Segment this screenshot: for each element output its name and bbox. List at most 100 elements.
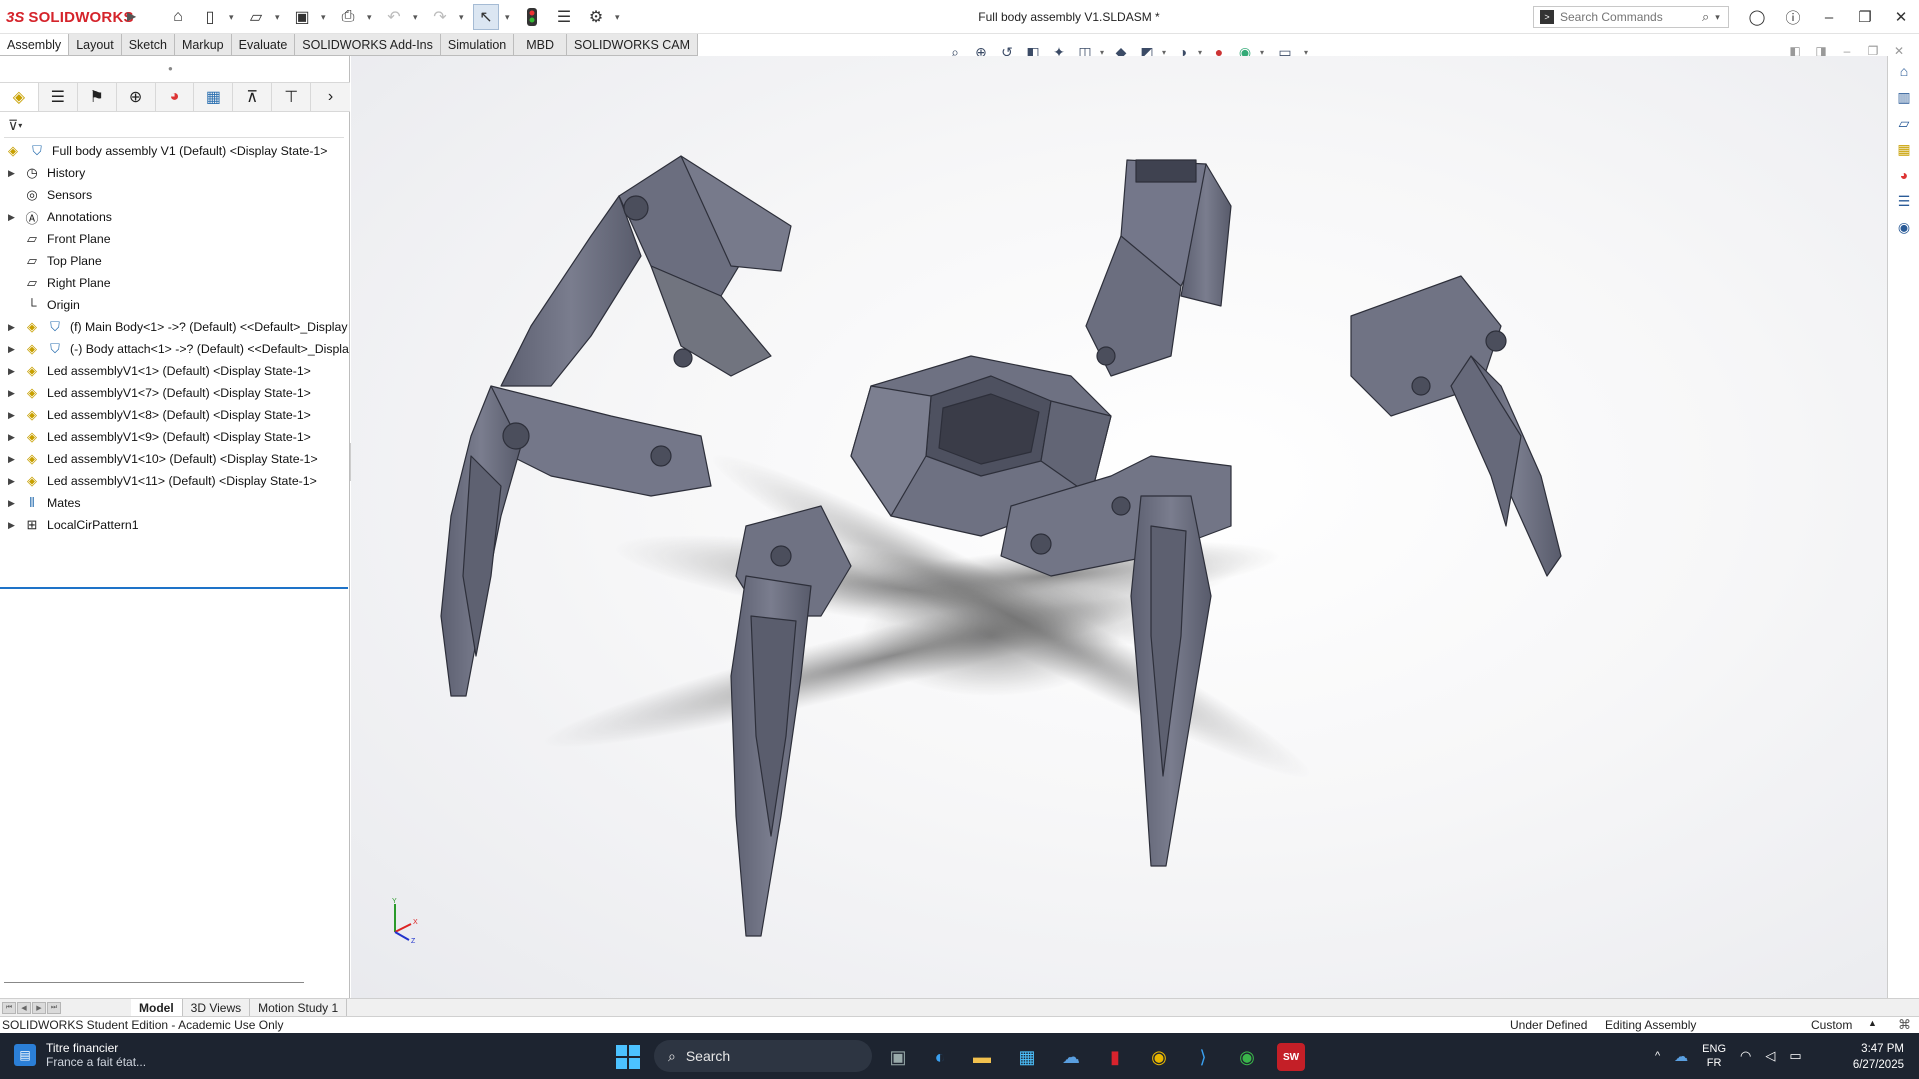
tab-evaluate[interactable]: Evaluate xyxy=(231,34,296,56)
tab-solidworks-add-ins[interactable]: SOLIDWORKS Add-Ins xyxy=(295,34,441,56)
task-view-icon[interactable]: ▣ xyxy=(884,1043,912,1071)
panel-grip-icon[interactable]: ● xyxy=(168,64,176,73)
onedrive-tray-icon[interactable]: ☁ xyxy=(1674,1048,1688,1065)
restore-icon[interactable]: ❐ xyxy=(1847,0,1883,34)
hexapod-robot-model[interactable] xyxy=(351,56,1887,998)
tree-item-led-assembly-9[interactable]: ▶ ◈ Led assemblyV1<9> (Default) <Display… xyxy=(0,426,350,448)
rapid-tools-icon[interactable]: ⌘ xyxy=(1898,1017,1911,1033)
expand-arrow-icon[interactable]: ▶ xyxy=(0,498,22,509)
tree-item-led-assembly-1[interactable]: ▶ ◈ Led assemblyV1<1> (Default) <Display… xyxy=(0,360,350,382)
tree-root-assembly[interactable]: ◈ ⛉ Full body assembly V1 (Default) <Dis… xyxy=(0,140,350,162)
file-explorer-taskbar-icon[interactable]: ▬ xyxy=(968,1043,996,1071)
windows-start-icon[interactable] xyxy=(616,1045,640,1069)
units-up-arrow-icon[interactable]: ▲ xyxy=(1868,1018,1877,1028)
panel-horizontal-scrollbar[interactable] xyxy=(4,982,304,986)
tab-model[interactable]: Model xyxy=(131,999,183,1016)
search-commands-input[interactable] xyxy=(1560,10,1700,24)
status-units[interactable]: Custom xyxy=(1811,1018,1852,1032)
language-indicator[interactable]: ENG FR xyxy=(1702,1042,1726,1070)
account-icon[interactable]: ◯ xyxy=(1739,0,1775,34)
first-tab-icon[interactable]: ⏮ xyxy=(2,1001,16,1014)
tree-item-history[interactable]: ▶ ◷ History xyxy=(0,162,350,184)
graphics-viewport[interactable]: Y X Z xyxy=(351,56,1887,998)
tree-item-top-plane[interactable]: ▱ Top Plane xyxy=(0,250,350,272)
volume-icon[interactable]: ◁ xyxy=(1765,1048,1775,1064)
tab-simulation[interactable]: Simulation xyxy=(440,34,515,56)
tree-item-mates[interactable]: ▶ ⫴ Mates xyxy=(0,492,350,514)
feature-tree-tab-icon[interactable]: ◈ xyxy=(0,83,39,111)
next-tab-icon[interactable]: ▶ xyxy=(32,1001,46,1014)
vscode-icon[interactable]: ⟩ xyxy=(1189,1043,1217,1071)
expand-arrow-icon[interactable]: ▶ xyxy=(0,366,22,377)
cam-operation-tree-tab-icon[interactable]: ⊼ xyxy=(233,83,273,111)
chrome-profile-icon[interactable]: ◉ xyxy=(1233,1043,1261,1071)
search-icon[interactable]: ⌕ xyxy=(1702,9,1709,25)
solidworks-2024-taskbar-icon[interactable]: SW xyxy=(1277,1043,1305,1071)
expand-arrow-icon[interactable]: ▶ xyxy=(0,388,22,399)
tree-item-front-plane[interactable]: ▱ Front Plane xyxy=(0,228,350,250)
minimize-icon[interactable]: – xyxy=(1811,0,1847,34)
display-manager-tab-icon[interactable]: ◕ xyxy=(156,83,195,111)
expand-arrow-icon[interactable]: ▶ xyxy=(0,344,22,355)
chrome-icon[interactable]: ◉ xyxy=(1145,1043,1173,1071)
view-palette-icon[interactable]: ▦ xyxy=(1892,138,1916,160)
expand-arrow-icon[interactable]: ▶ xyxy=(0,432,22,443)
taskbar-search[interactable]: ⌕ Search xyxy=(654,1040,872,1072)
expand-arrow-icon[interactable]: ▶ xyxy=(0,168,22,179)
tree-item-right-plane[interactable]: ▱ Right Plane xyxy=(0,272,350,294)
tree-item-led-assembly-8[interactable]: ▶ ◈ Led assemblyV1<8> (Default) <Display… xyxy=(0,404,350,426)
expand-arrow-icon[interactable]: ▶ xyxy=(0,410,22,421)
expand-arrow-icon[interactable]: ▶ xyxy=(0,476,22,487)
configuration-manager-tab-icon[interactable]: ⚑ xyxy=(78,83,117,111)
tab-mbd[interactable]: MBD xyxy=(514,34,568,56)
tree-item-local-cir-pattern[interactable]: ▶ ⊞ LocalCirPattern1 xyxy=(0,514,350,536)
tab-markup[interactable]: Markup xyxy=(174,34,232,56)
expand-arrow-icon[interactable]: ▶ xyxy=(0,454,22,465)
expand-arrow-icon[interactable]: ▶ xyxy=(0,520,22,531)
tab-solidworks-cam[interactable]: SOLIDWORKS CAM xyxy=(567,34,699,56)
solidworks-forum-icon[interactable]: ◉ xyxy=(1892,216,1916,238)
tree-item-led-assembly-10[interactable]: ▶ ◈ Led assemblyV1<10> (Default) <Displa… xyxy=(0,448,350,470)
edge-browser-icon[interactable]: ◐ xyxy=(926,1043,954,1071)
tree-item-main-body[interactable]: ▶ ◈ ⛉ (f) Main Body<1> ->? (Default) <<D… xyxy=(0,316,350,338)
search-dropdown-arrow-icon[interactable]: ▾ xyxy=(1715,12,1723,23)
prev-tab-icon[interactable]: ◀ xyxy=(17,1001,31,1014)
custom-properties-icon[interactable]: ☰ xyxy=(1892,190,1916,212)
dimxpert-tab-icon[interactable]: ⊕ xyxy=(117,83,156,111)
solidworks-resources-icon[interactable]: ⌂ xyxy=(1892,60,1916,82)
tree-filter[interactable]: ⊽ ▾ xyxy=(4,114,344,138)
file-explorer-icon[interactable]: ▱ xyxy=(1892,112,1916,134)
search-commands-box[interactable]: > ⌕ ▾ xyxy=(1533,6,1729,28)
last-tab-icon[interactable]: ⏭ xyxy=(47,1001,61,1014)
tree-item-led-assembly-11[interactable]: ▶ ◈ Led assemblyV1<11> (Default) <Displa… xyxy=(0,470,350,492)
expand-arrow-icon[interactable]: ▶ xyxy=(0,212,22,223)
expand-arrow-icon[interactable]: ▶ xyxy=(0,322,22,333)
news-widget[interactable]: ▤ Titre financier France a fait état... xyxy=(14,1041,146,1069)
microsoft-store-icon[interactable]: ▦ xyxy=(1013,1043,1041,1071)
filter-icon[interactable]: ⊽ xyxy=(8,117,18,134)
design-library-icon[interactable]: ▥ xyxy=(1892,86,1916,108)
cam-tool-tree-tab-icon[interactable]: ⊤ xyxy=(272,83,312,111)
onedrive-app-icon[interactable]: ☁ xyxy=(1057,1043,1085,1071)
battery-icon[interactable]: ▭ xyxy=(1789,1048,1801,1064)
tree-item-origin[interactable]: └ Origin xyxy=(0,294,350,316)
pdf-app-icon[interactable]: ▮ xyxy=(1101,1043,1129,1071)
close-icon[interactable]: ✕ xyxy=(1883,0,1919,34)
wifi-icon[interactable]: ◠ xyxy=(1740,1048,1751,1064)
tab-layout[interactable]: Layout xyxy=(69,34,122,56)
property-manager-tab-icon[interactable]: ☰ xyxy=(39,83,78,111)
cam-feature-tree-tab-icon[interactable]: ▦ xyxy=(194,83,234,111)
tab-3d-views[interactable]: 3D Views xyxy=(183,999,251,1016)
taskbar-clock[interactable]: 3:47 PM 6/27/2025 xyxy=(1834,1041,1904,1073)
tab-motion-study-1[interactable]: Motion Study 1 xyxy=(250,999,348,1016)
tree-item-sensors[interactable]: ◎ Sensors xyxy=(0,184,350,206)
tree-item-annotations[interactable]: ▶ Ⓐ Annotations xyxy=(0,206,350,228)
filter-dropdown-icon[interactable]: ▾ xyxy=(18,121,22,130)
tree-rollback-bar[interactable] xyxy=(0,587,348,589)
tree-item-body-attach[interactable]: ▶ ◈ ⛉ (-) Body attach<1> ->? (Default) <… xyxy=(0,338,350,360)
more-tabs-arrow-icon[interactable]: › xyxy=(311,83,350,111)
tray-overflow-chevron-icon[interactable]: ^ xyxy=(1655,1050,1660,1062)
help-icon[interactable]: ⓘ xyxy=(1775,0,1811,34)
appearances-icon[interactable]: ◕ xyxy=(1892,164,1916,186)
tab-assembly[interactable]: Assembly xyxy=(0,34,70,56)
